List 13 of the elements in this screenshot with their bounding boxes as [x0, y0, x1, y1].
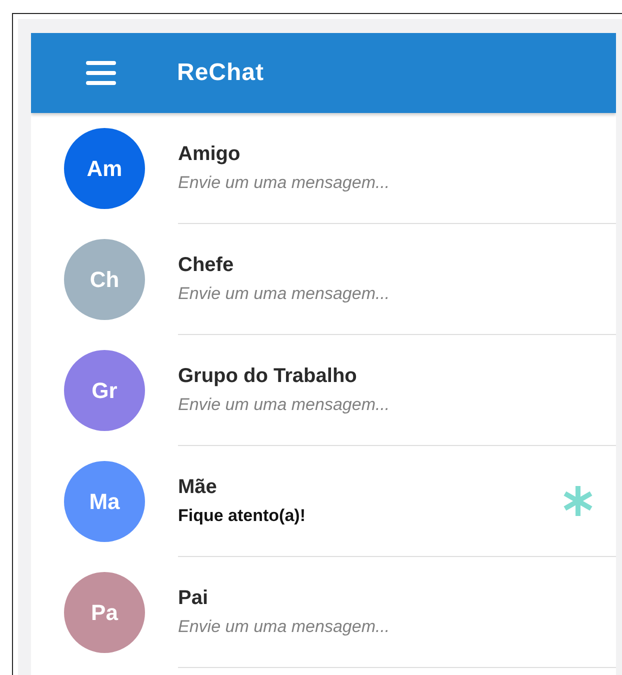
- contact-name[interactable]: Mãe: [178, 476, 562, 499]
- avatar[interactable]: Am: [64, 128, 145, 209]
- message-preview: Envie um uma mensagem...: [178, 617, 391, 637]
- contact-name[interactable]: Amigo: [178, 143, 594, 166]
- contact-name[interactable]: Grupo do Trabalho: [178, 365, 594, 388]
- menu-icon: [86, 60, 116, 86]
- contact-name[interactable]: Pai: [178, 587, 594, 610]
- message-preview: Fique atento(a)!: [178, 506, 306, 526]
- message-preview: Envie um uma mensagem...: [178, 284, 391, 304]
- contact-name[interactable]: Chefe: [178, 254, 594, 277]
- message-preview: Envie um uma mensagem...: [178, 395, 391, 415]
- message-preview: Envie um uma mensagem...: [178, 173, 391, 193]
- app-title: ReChat: [177, 59, 264, 87]
